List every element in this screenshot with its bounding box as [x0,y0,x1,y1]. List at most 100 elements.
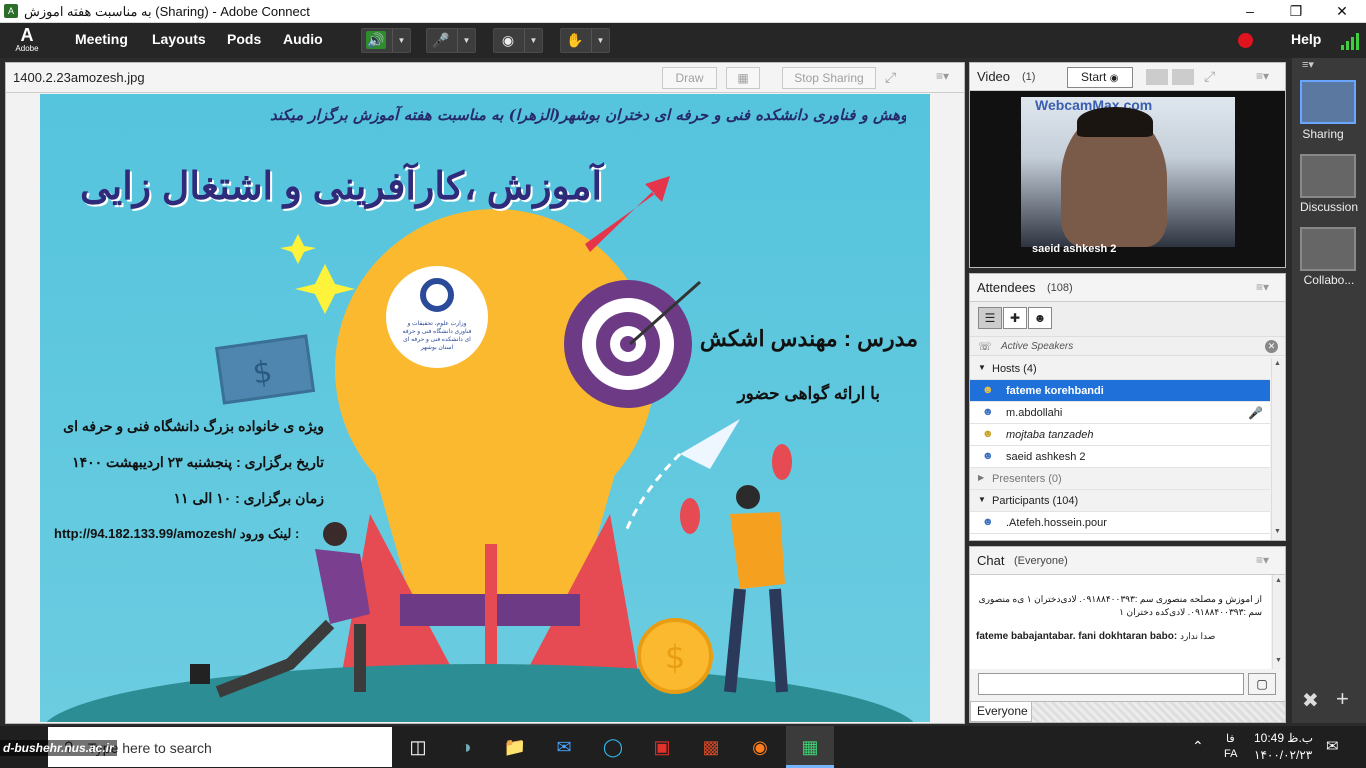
recording-indicator-icon[interactable] [1238,33,1253,48]
layouts-rail: ≡▾ Sharing Discussion Collabo... ✖ + [1292,58,1366,723]
svg-text:$: $ [665,638,685,676]
microphone-toggle[interactable]: 🎤 ▼ [426,28,476,53]
layout-label-discussion[interactable]: Discussion [1292,200,1366,214]
powerpoint-icon[interactable]: ▩ [697,733,725,761]
shared-slide: $ $ حوزه معاونت [40,94,930,722]
webcam-toggle[interactable]: ◉ ▼ [493,28,543,53]
fit-to-width-button[interactable]: ▦ [726,67,760,89]
clock-time[interactable]: 10:49 ب.ظ [1254,731,1313,745]
send-message-button[interactable]: ▢ [1248,673,1276,695]
attendee-list-scrollbar[interactable]: ▲ ▼ [1271,358,1284,540]
minimize-button[interactable]: – [1227,0,1273,23]
participants-label: Participants (104) [992,495,1079,507]
layout-thumb-discussion[interactable] [1300,154,1356,198]
add-layout-icon[interactable]: + [1336,686,1349,712]
menu-pods[interactable]: Pods [227,31,261,47]
layout-label-sharing[interactable]: Sharing [1286,127,1360,141]
menu-layouts[interactable]: Layouts [152,31,206,47]
layout-thumb-collaboration[interactable] [1300,227,1356,271]
chat-audience-tab[interactable]: Everyone [970,701,1032,722]
windows-taskbar: ⚲ Type here to search d-bushehr.nus.ac.i… [0,726,1366,768]
fullscreen-icon[interactable]: ⤢ [885,69,896,86]
pod-options-menu-icon[interactable]: ≡▾ [1256,69,1269,83]
list-view-icon[interactable]: ☰ [978,307,1002,329]
filmstrip-view-icon[interactable] [1146,69,1168,85]
chat-input[interactable] [978,673,1244,695]
presenters-group-header[interactable]: ▶ Presenters (0) [970,468,1270,490]
window-title: به مناسبت هفته اموزش (Sharing) - Adobe C… [24,4,310,19]
attendees-toolbar: ☰ ✚ ☻ [970,302,1285,336]
fullscreen-icon[interactable]: ⤢ [1204,68,1215,85]
pod-options-menu-icon[interactable]: ≡▾ [1256,280,1269,294]
pdf-reader-icon[interactable]: ▣ [648,733,676,761]
start-webcam-button[interactable]: Start ◉ [1067,67,1133,88]
headset-icon: ☏ [978,341,992,353]
keyboard-layout-fa[interactable]: فا [1226,732,1235,745]
shared-file-name: 1400.2.23amozesh.jpg [13,70,145,85]
participants-group-header[interactable]: ▼ Participants (104) [970,490,1270,512]
maximize-button[interactable]: ❐ [1273,0,1319,23]
raise-hand-toggle[interactable]: ✋ ▼ [560,28,610,53]
grid-view-icon[interactable]: ✚ [1003,307,1027,329]
plug [190,664,210,684]
video-area: WebcamMax.com saeid ashkesh 2 [970,91,1285,267]
menu-meeting[interactable]: Meeting [75,31,128,47]
keyboard-layout[interactable]: FA [1224,748,1237,760]
attendees-pod-title: Attendees [977,280,1036,295]
attendee-name: .Atefeh.hossein.pour [1006,517,1107,529]
list-item[interactable]: ☻ .Atefeh.hossein.pour [970,512,1270,534]
menu-bar: A Adobe Meeting Layouts Pods Audio 🔊 ▼ 🎤… [0,23,1366,58]
chat-pod-header: Chat (Everyone) ≡▾ [970,547,1285,575]
adobe-connect-app-icon: A [4,4,18,18]
scroll-down-icon[interactable]: ▼ [1274,528,1281,535]
chat-pod-title: Chat [977,553,1005,568]
rail-menu-icon[interactable]: ≡▾ [1302,58,1314,71]
close-button[interactable]: ✕ [1319,0,1365,23]
chevron-down-icon[interactable]: ▼ [392,29,410,52]
host-user-icon: ☻ [982,384,994,396]
chevron-down-icon[interactable]: ▼ [457,29,475,52]
chat-scrollbar[interactable]: ▲ ▼ [1272,575,1285,669]
list-item[interactable]: ☻ m.abdollahi 🎤 [970,402,1270,424]
list-item[interactable]: ☻ mojtaba tanzadeh [970,424,1270,446]
list-item[interactable]: ☻ saeid ashkesh 2 [970,446,1270,468]
hosts-group-header[interactable]: ▼ Hosts (4) [970,358,1270,380]
notifications-icon[interactable]: ✉ [1326,737,1339,755]
scroll-up-icon[interactable]: ▲ [1274,360,1281,367]
menu-help[interactable]: Help [1291,31,1321,47]
clock-date[interactable]: ۱۴۰۰/۰۲/۲۳ [1254,748,1312,762]
pod-options-menu-icon[interactable]: ≡▾ [1256,553,1269,567]
stop-sharing-button[interactable]: Stop Sharing [782,67,876,89]
microphone-icon: 🎤 [432,32,450,48]
scroll-down-icon[interactable]: ▼ [1275,657,1282,664]
task-view-icon[interactable]: ◫ [404,733,432,761]
pod-options-menu-icon[interactable]: ≡▾ [936,69,949,83]
slide-audience: ویژه ی خانواده بزرگ دانشگاه فنی و حرفه ا… [63,418,324,434]
close-icon[interactable]: ✕ [1265,340,1278,353]
slide-header-text: حوزه معاونت آموزش ، پژوهش و فناوری دانشک… [270,106,906,124]
speaker-toggle[interactable]: 🔊 ▼ [361,28,411,53]
scroll-up-icon[interactable]: ▲ [1275,577,1282,584]
chevron-down-icon[interactable]: ▼ [524,29,542,52]
layout-label-collaboration[interactable]: Collabo... [1292,273,1366,287]
firefox-icon[interactable]: ◉ [746,733,774,761]
draw-button[interactable]: Draw [662,67,717,89]
chevron-up-icon[interactable]: ⌃ [1192,738,1204,755]
menu-audio[interactable]: Audio [283,31,323,47]
layout-thumb-sharing[interactable] [1300,80,1356,124]
paint-app-icon[interactable]: ◑ [452,733,480,761]
video-pod-count: (1) [1022,71,1036,83]
edge-browser-icon[interactable]: ◯ [599,733,627,761]
chevron-down-icon: ▼ [978,495,986,504]
video-person-name: saeid ashkesh 2 [1032,243,1117,255]
person-hair [1077,107,1153,137]
single-view-icon[interactable] [1172,69,1194,85]
layout-settings-icon[interactable]: ✖ [1302,688,1319,713]
file-explorer-icon[interactable]: 📁 [501,733,529,761]
slide-teacher: مدرس : مهندس اشکش [699,326,918,351]
mail-icon[interactable]: ✉ [550,733,578,761]
chevron-down-icon[interactable]: ▼ [591,29,609,52]
list-item[interactable]: ☻ fateme korehbandi [970,380,1270,402]
user-status-icon[interactable]: ☻ [1028,307,1052,329]
adobe-connect-taskbar-button[interactable]: ▦ [786,726,834,768]
